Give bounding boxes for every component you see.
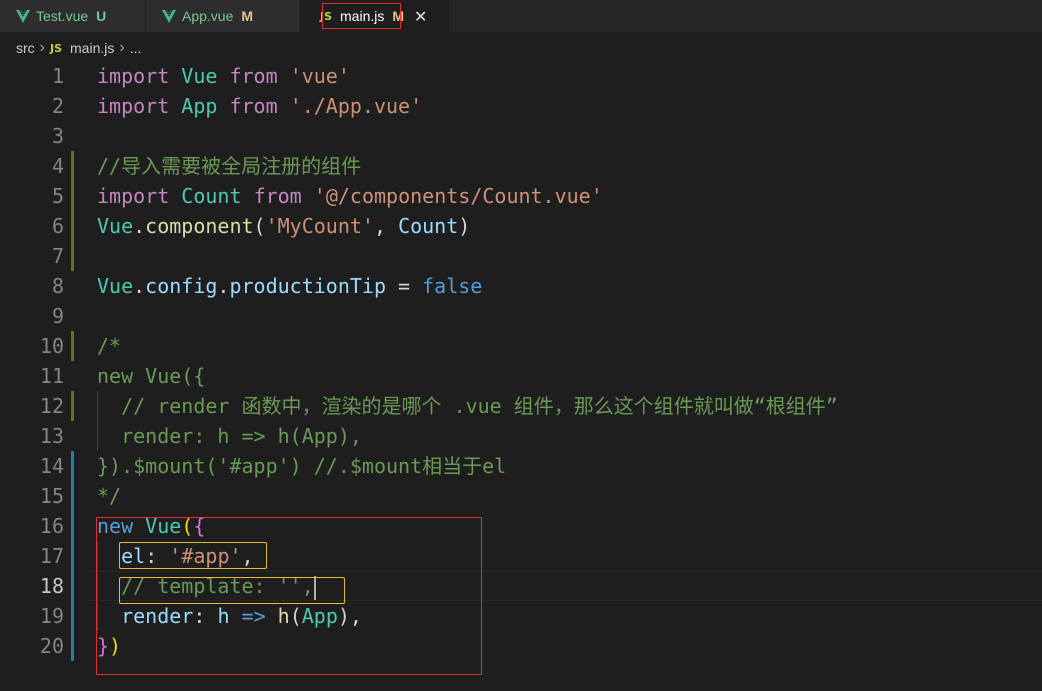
line-number: 3: [51, 124, 64, 148]
line-number: 13: [39, 424, 64, 448]
line-number: 5: [51, 184, 64, 208]
line-number: 14: [39, 454, 64, 478]
code-line: 3: [0, 121, 1042, 151]
code-text: //导入需要被全局注册的组件: [97, 154, 362, 178]
code-line: 15 */: [0, 481, 1042, 511]
line-number: 2: [51, 94, 64, 118]
code-line: 10 /*: [0, 331, 1042, 361]
breadcrumb-more[interactable]: ...: [130, 40, 142, 56]
code-line: 1 import Vue from 'vue': [0, 61, 1042, 91]
code-text: render: h => h(App),: [97, 424, 362, 448]
code-line: 18 // template: '',: [0, 571, 1042, 601]
js-file-icon: JS: [320, 9, 333, 23]
js-file-icon: JS: [50, 41, 63, 55]
code-line: 8 Vue.config.productionTip = false: [0, 271, 1042, 301]
line-number: 9: [51, 304, 64, 328]
line-number: 4: [51, 154, 64, 178]
line-number: 11: [39, 364, 64, 388]
code-text: el: '#app',: [121, 544, 254, 568]
code-line: 12 // render 函数中，渲染的是哪个 .vue 组件，那么这个组件就叫…: [0, 391, 1042, 421]
line-number: 18: [39, 574, 64, 598]
breadcrumb-file[interactable]: main.js: [70, 40, 114, 56]
code-text: /*: [97, 334, 122, 358]
line-number: 15: [39, 484, 64, 508]
line-number: 1: [51, 64, 64, 88]
git-status-badge: U: [96, 8, 107, 24]
vue-icon: [16, 9, 30, 23]
code-text: }): [97, 634, 122, 658]
line-number: 17: [39, 544, 64, 568]
code-line: 4 //导入需要被全局注册的组件: [0, 151, 1042, 181]
code-line: 9: [0, 301, 1042, 331]
code-text: // template: '',: [97, 574, 316, 600]
code-text: render: h => h(App),: [121, 604, 362, 628]
code-line: 17 el: '#app',: [0, 541, 1042, 571]
code-line: 19 render: h => h(App),: [0, 601, 1042, 631]
code-editor[interactable]: 1 import Vue from 'vue' 2 import App fro…: [0, 61, 1042, 691]
text-cursor: [313, 575, 316, 600]
code-line: 11 new Vue({: [0, 361, 1042, 391]
code-line: 20 }): [0, 631, 1042, 661]
code-text: new Vue({: [97, 514, 206, 538]
code-line: 14 }).$mount('#app') //.$mount相当于el: [0, 451, 1042, 481]
code-line: 2 import App from './App.vue': [0, 91, 1042, 121]
breadcrumb-folder[interactable]: src: [16, 40, 35, 56]
code-text: }).$mount('#app') //.$mount相当于el: [97, 454, 507, 478]
git-status-badge: M: [392, 8, 405, 24]
code-text: // render 函数中，渲染的是哪个 .vue 组件，那么这个组件就叫做“根…: [97, 394, 838, 418]
line-number: 8: [51, 274, 64, 298]
code-line: 6 Vue.component('MyCount', Count): [0, 211, 1042, 241]
code-line: 7: [0, 241, 1042, 271]
tab-label: App.vue: [182, 8, 234, 24]
code-text: import Count from '@/components/Count.vu…: [97, 184, 603, 208]
tab-main-js[interactable]: JS main.js M ✕: [300, 0, 450, 32]
code-line: 16 new Vue({: [0, 511, 1042, 541]
code-text: Vue.component('MyCount', Count): [97, 214, 471, 238]
line-number: 6: [51, 214, 64, 238]
chevron-right-icon: ›: [119, 39, 125, 56]
tab-app-vue[interactable]: App.vue M: [146, 0, 300, 32]
code-text: Vue.config.productionTip = false: [97, 274, 483, 298]
code-text: new Vue({: [97, 364, 206, 388]
code-line: 5 import Count from '@/components/Count.…: [0, 181, 1042, 211]
git-status-badge: M: [241, 8, 254, 24]
line-number: 7: [51, 244, 64, 268]
close-icon[interactable]: ✕: [414, 7, 427, 26]
chevron-right-icon: ›: [39, 39, 45, 56]
code-text: */: [97, 484, 122, 508]
tab-test-vue[interactable]: Test.vue U: [0, 0, 146, 32]
code-text: import Vue from 'vue': [97, 64, 350, 88]
vue-icon: [162, 9, 176, 23]
breadcrumb: src › JS main.js › ...: [0, 32, 1042, 64]
line-number: 16: [39, 514, 64, 538]
line-number: 20: [39, 634, 64, 658]
line-number: 19: [39, 604, 64, 628]
line-number: 10: [39, 334, 64, 358]
tab-label: main.js: [340, 8, 385, 24]
editor-tab-bar: Test.vue U App.vue M JS main.js M ✕: [0, 0, 1042, 32]
code-text: import App from './App.vue': [97, 94, 423, 118]
tab-label: Test.vue: [36, 8, 89, 24]
code-line: 13 render: h => h(App),: [0, 421, 1042, 451]
line-number: 12: [39, 394, 64, 418]
